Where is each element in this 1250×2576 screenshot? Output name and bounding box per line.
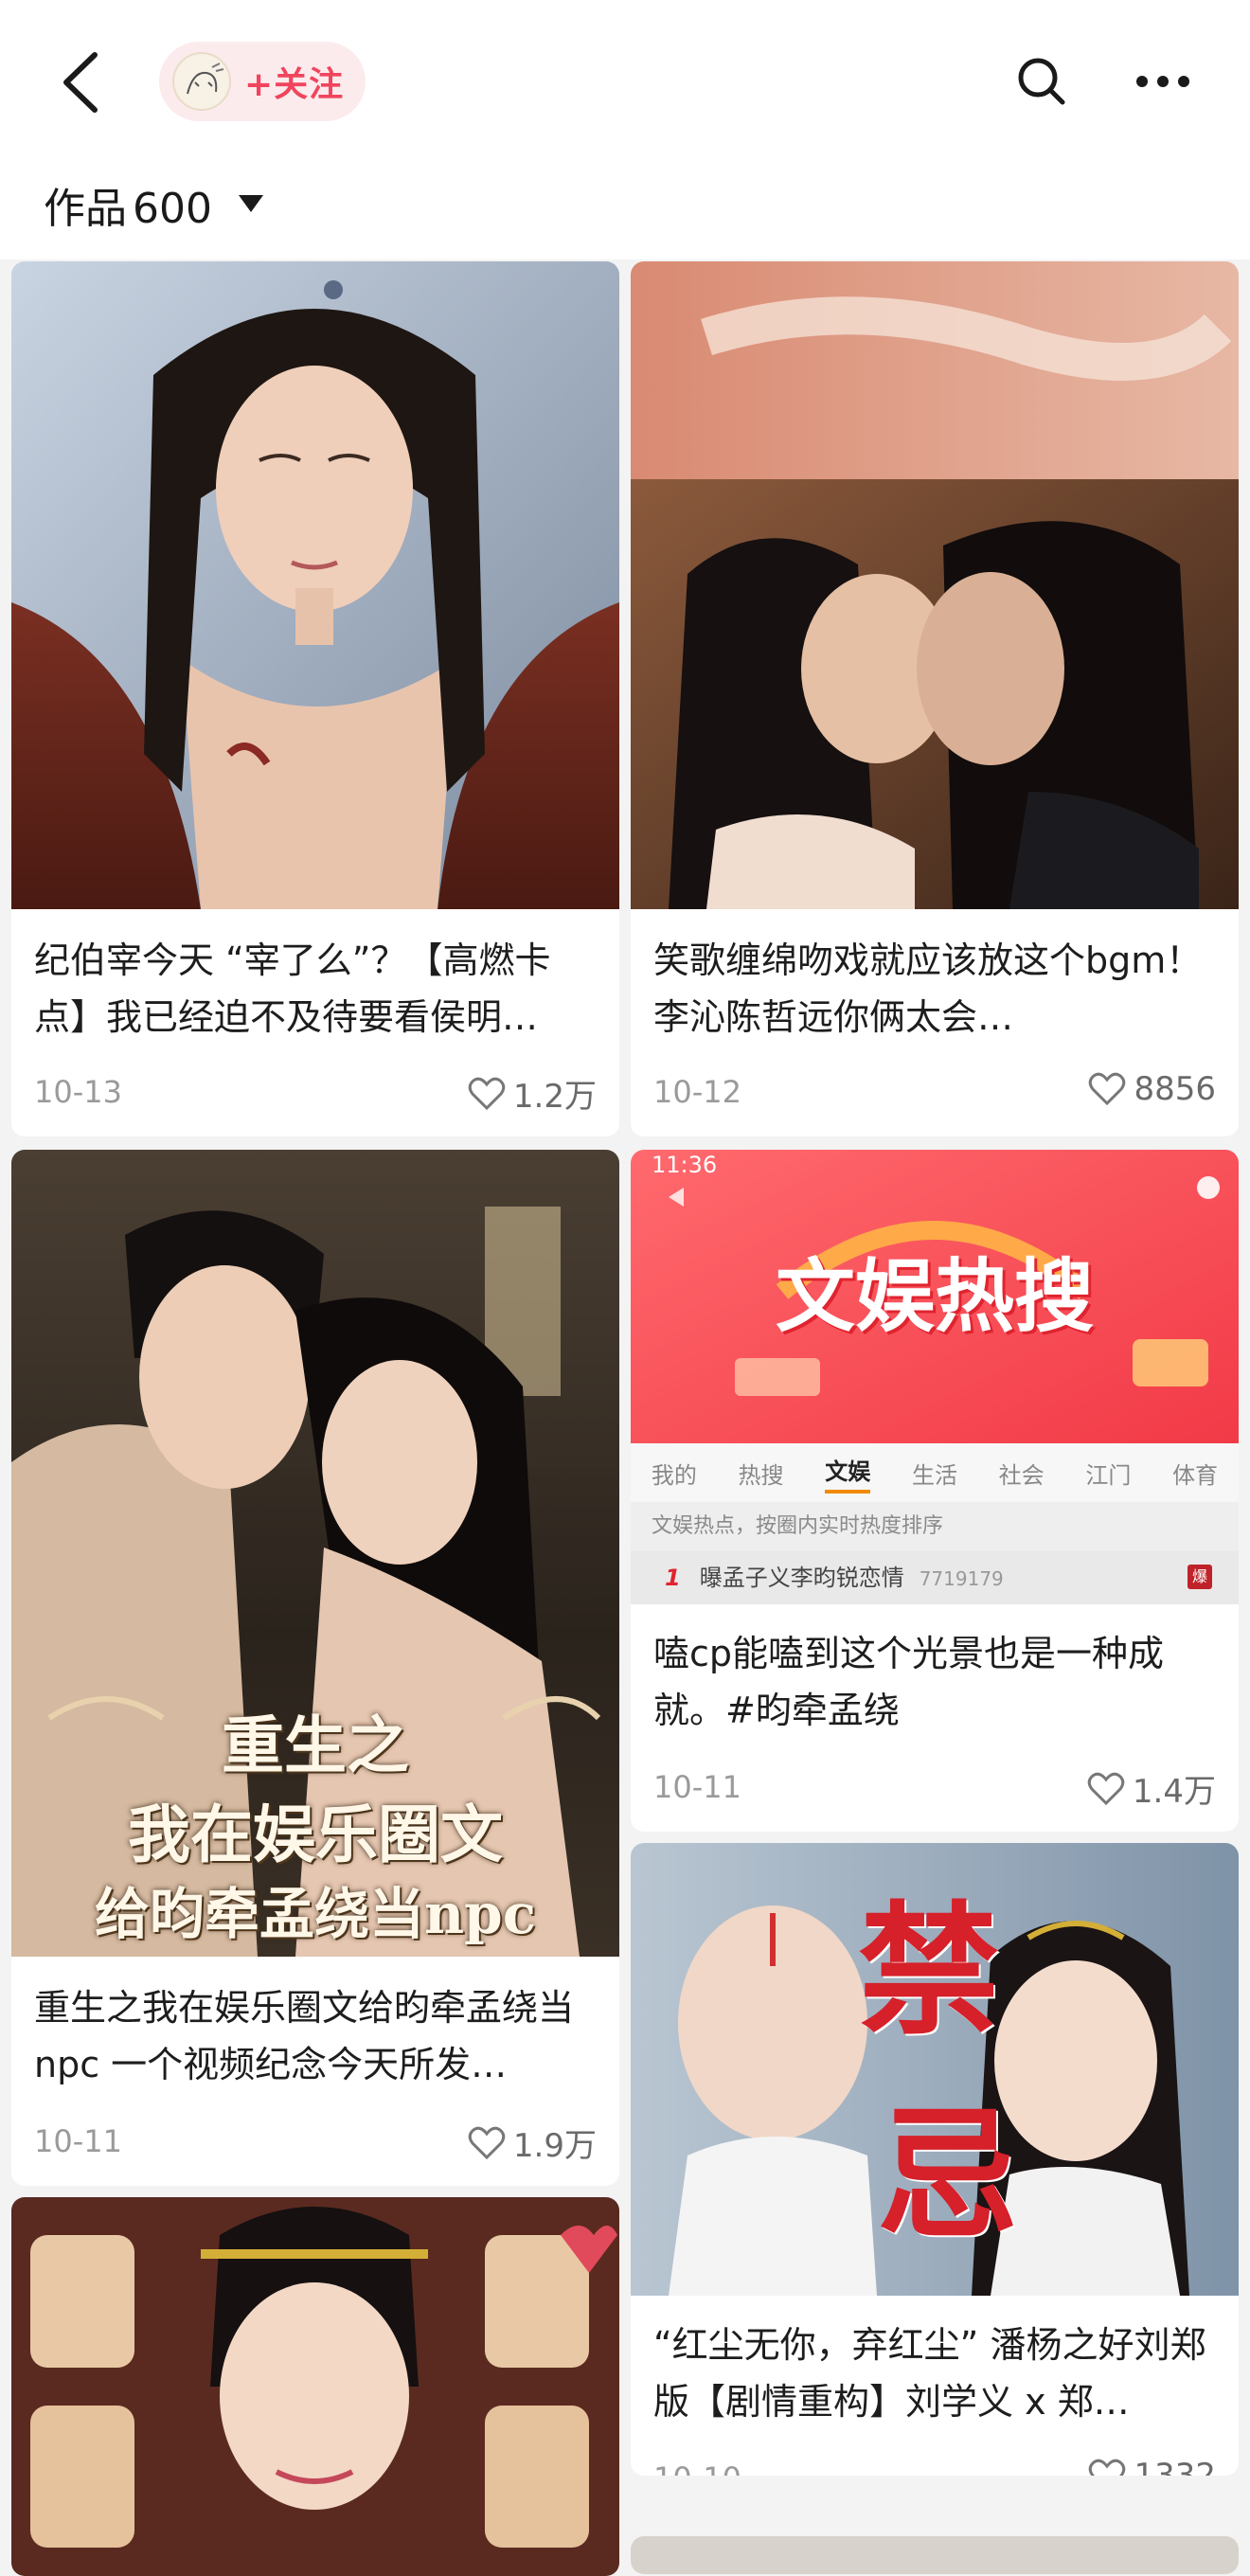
- video-card[interactable]: 禁 忌 “红尘无你，弃红尘” 潘杨之好刘郑版【剧情重构】刘学义 x 郑… 10-…: [631, 1843, 1239, 2476]
- thumbnail-overlay-char: 禁: [858, 1887, 1001, 2054]
- thumbnail-overlay-line: 重生之: [222, 1708, 409, 1782]
- back-arrow-icon[interactable]: [53, 47, 110, 117]
- heart-icon[interactable]: [1088, 2459, 1126, 2476]
- ent-tab-active: 文娱: [825, 1453, 871, 1494]
- video-thumbnail[interactable]: [11, 2197, 619, 2576]
- top-bar: +关注: [0, 0, 1250, 161]
- video-card[interactable]: 纪伯宰今天 “宰了么”？【高燃卡点】我已经迫不及待要看侯明… 10-13 1.2…: [11, 261, 619, 1136]
- video-title[interactable]: 重生之我在娱乐圈文给昀牵孟绕当npc 一个视频纪念今天所发…: [34, 1979, 597, 2093]
- video-card[interactable]: 重生之 我在娱乐圈文 给昀牵孟绕当npc 重生之我在娱乐圈文给昀牵孟绕当npc …: [11, 1150, 619, 2186]
- like-count-value: 1.9万: [512, 2127, 597, 2165]
- heart-icon[interactable]: [1087, 1772, 1125, 1806]
- ent-tab: 我的: [651, 1461, 697, 1489]
- like-count-value: 1332: [1134, 2457, 1216, 2476]
- video-thumbnail[interactable]: 禁 忌: [631, 1843, 1239, 2296]
- hot-topic: 曝孟子义李昀锐恋情: [699, 1565, 904, 1591]
- video-card[interactable]: 11:36 文娱热搜 我的 热搜 文娱 生活 社会 江门 体育 文娱热点，按圈内…: [631, 1150, 1239, 1832]
- ent-tabs: 我的 热搜 文娱 生活 社会 江门 体育: [631, 1443, 1239, 1502]
- more-options-icon[interactable]: [1133, 63, 1193, 100]
- ent-tab: 体育: [1172, 1461, 1219, 1489]
- hot-topic-row: 1 曝孟子义李昀锐恋情 7719179 爆: [631, 1551, 1239, 1604]
- video-title[interactable]: 纪伯宰今天 “宰了么”？【高燃卡点】我已经迫不及待要看侯明…: [34, 932, 597, 1046]
- avatar-sketch-icon: [187, 63, 224, 95]
- thumbnail-image: [631, 261, 1239, 909]
- video-title[interactable]: 嗑cp能嗑到这个光景也是一种成就。#昀牵孟绕: [653, 1625, 1216, 1739]
- hot-rank: 1: [665, 1565, 681, 1591]
- video-card[interactable]: [631, 2536, 1239, 2574]
- works-count: 600: [133, 185, 212, 233]
- video-card[interactable]: 笑歌缠绵吻戏就应该放这个bgm！ 李沁陈哲远你俩太会… 10-12 8856: [631, 261, 1239, 1136]
- thumbnail-overlay-char: 忌: [877, 2092, 1020, 2259]
- like-count[interactable]: 1.4万: [1087, 1765, 1216, 1812]
- like-count[interactable]: 8856: [1088, 1070, 1216, 1108]
- thumbnail-image: [11, 261, 619, 909]
- like-count-value: 1.4万: [1132, 1773, 1216, 1811]
- thumbnail-overlay-line: 给昀牵孟绕当npc: [94, 1882, 537, 1946]
- caret-down-icon[interactable]: [237, 193, 265, 216]
- video-date: 10-11: [34, 2123, 122, 2159]
- heart-icon[interactable]: [468, 1077, 506, 1111]
- video-thumbnail[interactable]: 11:36 文娱热搜 我的 热搜 文娱 生活 社会 江门 体育 文娱热点，按圈内…: [631, 1150, 1239, 1604]
- ent-subtitle: 文娱热点，按圈内实时热度排序: [631, 1502, 1239, 1551]
- video-thumbnail[interactable]: 重生之 我在娱乐圈文 给昀牵孟绕当npc: [11, 1150, 619, 1957]
- follow-button[interactable]: +关注: [159, 42, 366, 121]
- thumbnail-image: [11, 2197, 619, 2576]
- video-date: 10-10: [653, 2460, 741, 2476]
- video-thumbnail[interactable]: [631, 261, 1239, 909]
- like-count[interactable]: 1332: [1088, 2457, 1216, 2476]
- like-count[interactable]: 1.9万: [468, 2120, 597, 2166]
- follow-label: +关注: [244, 65, 345, 104]
- heart-icon[interactable]: [468, 2126, 506, 2160]
- video-thumbnail[interactable]: [11, 261, 619, 909]
- status-time: 11:36: [652, 1152, 718, 1178]
- video-date: 10-13: [34, 1074, 122, 1110]
- like-count[interactable]: 1.2万: [468, 1070, 597, 1117]
- ent-tab: 生活: [911, 1461, 957, 1489]
- heart-icon[interactable]: [1088, 1072, 1126, 1106]
- search-icon[interactable]: [1013, 53, 1070, 110]
- works-label: 作品: [44, 185, 127, 233]
- ent-tab: 热搜: [738, 1461, 784, 1489]
- works-label-group: 作品 600: [44, 174, 212, 235]
- video-date: 10-12: [653, 1074, 741, 1110]
- video-title[interactable]: “红尘无你，弃红尘” 潘杨之好刘郑版【剧情重构】刘学义 x 郑…: [653, 2317, 1216, 2430]
- like-count-value: 1.2万: [512, 1078, 597, 1116]
- thumbnail-overlay-line: 我在娱乐圈文: [128, 1798, 503, 1871]
- ent-tab: 江门: [1085, 1461, 1132, 1489]
- hot-count: 7719179: [919, 1567, 1004, 1590]
- like-count-value: 8856: [1134, 1070, 1216, 1108]
- video-title[interactable]: 笑歌缠绵吻戏就应该放这个bgm！ 李沁陈哲远你俩太会…: [653, 932, 1216, 1046]
- video-date: 10-11: [653, 1769, 741, 1805]
- ent-tab: 社会: [998, 1461, 1045, 1489]
- ent-banner: 文娱热搜: [775, 1250, 1094, 1343]
- video-card[interactable]: [11, 2197, 619, 2576]
- works-filter[interactable]: 作品 600: [0, 161, 1250, 259]
- avatar[interactable]: [172, 52, 231, 111]
- hot-badge: 爆: [1188, 1565, 1212, 1589]
